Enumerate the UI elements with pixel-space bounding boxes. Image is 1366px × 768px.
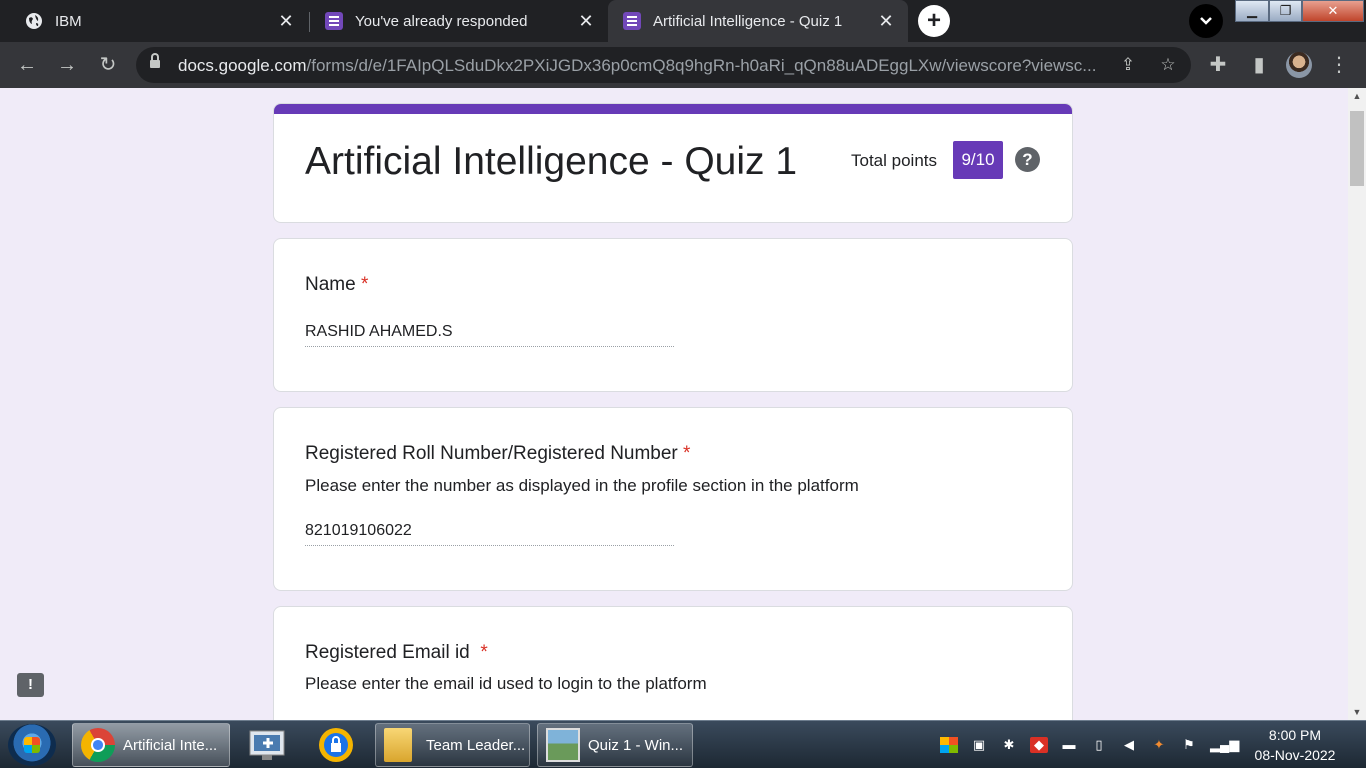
- lock-icon: [150, 53, 160, 71]
- question-title: Registered Email id *: [305, 642, 488, 663]
- tab-title: Artificial Intelligence - Quiz 1: [653, 12, 843, 30]
- globe-icon: [26, 13, 42, 29]
- taskbar-item-label: Artificial Inte...: [123, 736, 218, 754]
- action-center-flag-icon[interactable]: ⚑: [1180, 737, 1198, 753]
- page-scrollbar[interactable]: ▲ ▼: [1348, 88, 1366, 720]
- form-header-card: Artificial Intelligence - Quiz 1 Total p…: [273, 103, 1073, 223]
- system-clock[interactable]: 8:00 PM 08-Nov-2022: [1240, 725, 1350, 765]
- tab-search-button[interactable]: [1189, 4, 1223, 38]
- extensions-icon[interactable]: ✚: [1204, 51, 1232, 79]
- close-tab-icon[interactable]: ✕: [576, 11, 596, 31]
- tab-title: You've already responded: [355, 12, 528, 30]
- close-window-button[interactable]: ✕: [1302, 0, 1364, 22]
- score-badge: 9/10: [953, 141, 1003, 179]
- taskbar-item-folder[interactable]: Team Leader...: [375, 723, 530, 767]
- chrome-icon: [81, 728, 115, 762]
- taskbar-item-image-viewer[interactable]: Quiz 1 - Win...: [537, 723, 693, 767]
- close-tab-icon[interactable]: ✕: [276, 11, 296, 31]
- forms-icon: [325, 12, 343, 30]
- report-problem-icon[interactable]: !: [17, 673, 44, 697]
- total-points-label: Total points: [851, 151, 937, 170]
- tab-quiz[interactable]: Artificial Intelligence - Quiz 1 ✕: [608, 0, 908, 42]
- back-button[interactable]: ←: [13, 51, 41, 79]
- taskbar-item-label: Quiz 1 - Win...: [588, 736, 684, 754]
- minimize-button[interactable]: ▁: [1235, 0, 1269, 22]
- question-card-email: Registered Email id * Please enter the e…: [273, 606, 1073, 720]
- url-text[interactable]: docs.google.com/forms/d/e/1FAIpQLSduDkx2…: [178, 56, 1103, 76]
- scroll-down-icon[interactable]: ▼: [1348, 704, 1366, 720]
- question-card-name: Name * RASHID AHAMED.S: [273, 238, 1073, 392]
- network-signal-icon[interactable]: ▂▄▆: [1210, 737, 1239, 753]
- side-panel-icon[interactable]: ▮: [1245, 51, 1273, 79]
- scroll-thumb[interactable]: [1350, 111, 1364, 186]
- bookmark-star-icon[interactable]: ☆: [1156, 53, 1180, 77]
- form-title: Artificial Intelligence - Quiz 1: [305, 140, 798, 183]
- answer-text: RASHID AHAMED.S: [305, 323, 674, 347]
- reload-button[interactable]: ↻: [94, 51, 122, 79]
- volume-icon[interactable]: ◀: [1120, 737, 1138, 753]
- required-asterisk: *: [360, 274, 369, 295]
- scroll-up-icon[interactable]: ▲: [1348, 88, 1366, 104]
- power-tray-icon[interactable]: ▯: [1090, 737, 1108, 753]
- forms-icon: [623, 12, 641, 30]
- maximize-button[interactable]: ❐: [1269, 0, 1302, 22]
- remote-desktop-icon[interactable]: [240, 725, 296, 765]
- office-tray-icon[interactable]: [940, 737, 958, 753]
- answer-text: 821019106022: [305, 522, 674, 546]
- address-bar[interactable]: docs.google.com/forms/d/e/1FAIpQLSduDkx2…: [136, 47, 1191, 83]
- security-tray-icon[interactable]: ✦: [1150, 737, 1168, 753]
- tab-ibm[interactable]: IBM ✕: [0, 0, 308, 42]
- question-title: Name *: [305, 274, 369, 295]
- tab-already-responded[interactable]: You've already responded ✕: [300, 0, 608, 42]
- share-icon[interactable]: ⇪: [1116, 53, 1140, 77]
- form-page: Artificial Intelligence - Quiz 1 Total p…: [0, 88, 1348, 720]
- forward-button[interactable]: →: [53, 51, 81, 79]
- close-tab-icon[interactable]: ✕: [876, 11, 896, 31]
- monitor-tray-icon[interactable]: ▬: [1060, 737, 1078, 753]
- accent-band: [274, 104, 1072, 114]
- browser-toolbar: ← → ↻ docs.google.com/forms/d/e/1FAIpQLS…: [0, 42, 1366, 88]
- chevron-down-icon: [1200, 17, 1212, 25]
- display-tray-icon[interactable]: ▣: [970, 737, 988, 753]
- clock-date: 08-Nov-2022: [1254, 747, 1336, 763]
- clock-time: 8:00 PM: [1268, 727, 1322, 743]
- required-asterisk: *: [683, 443, 691, 464]
- menu-kebab-icon[interactable]: ⋮: [1325, 51, 1353, 79]
- taskbar-item-label: Team Leader...: [426, 736, 526, 754]
- question-description: Please enter the email id used to login …: [305, 674, 707, 693]
- start-button[interactable]: [8, 724, 56, 766]
- tab-title: IBM: [55, 12, 82, 30]
- vpn-shield-icon[interactable]: [308, 725, 364, 765]
- bluetooth-icon[interactable]: ✱: [1000, 737, 1018, 753]
- taskbar-item-chrome[interactable]: Artificial Inte...: [72, 723, 230, 767]
- question-card-roll-number: Registered Roll Number/Registered Number…: [273, 407, 1073, 591]
- antivirus-tray-icon[interactable]: ◆: [1030, 737, 1048, 753]
- folder-icon: [384, 728, 412, 762]
- image-viewer-icon: [546, 728, 580, 762]
- required-asterisk: *: [480, 642, 488, 663]
- profile-avatar[interactable]: [1286, 52, 1312, 78]
- question-description: Please enter the number as displayed in …: [305, 476, 859, 495]
- help-icon[interactable]: ?: [1015, 147, 1040, 172]
- tab-strip: IBM ✕ You've already responded ✕ Artific…: [0, 0, 1366, 42]
- question-title: Registered Roll Number/Registered Number…: [305, 443, 691, 464]
- windows-taskbar: Artificial Inte... Team Leader... Quiz 1…: [0, 720, 1366, 768]
- new-tab-button[interactable]: +: [918, 5, 950, 37]
